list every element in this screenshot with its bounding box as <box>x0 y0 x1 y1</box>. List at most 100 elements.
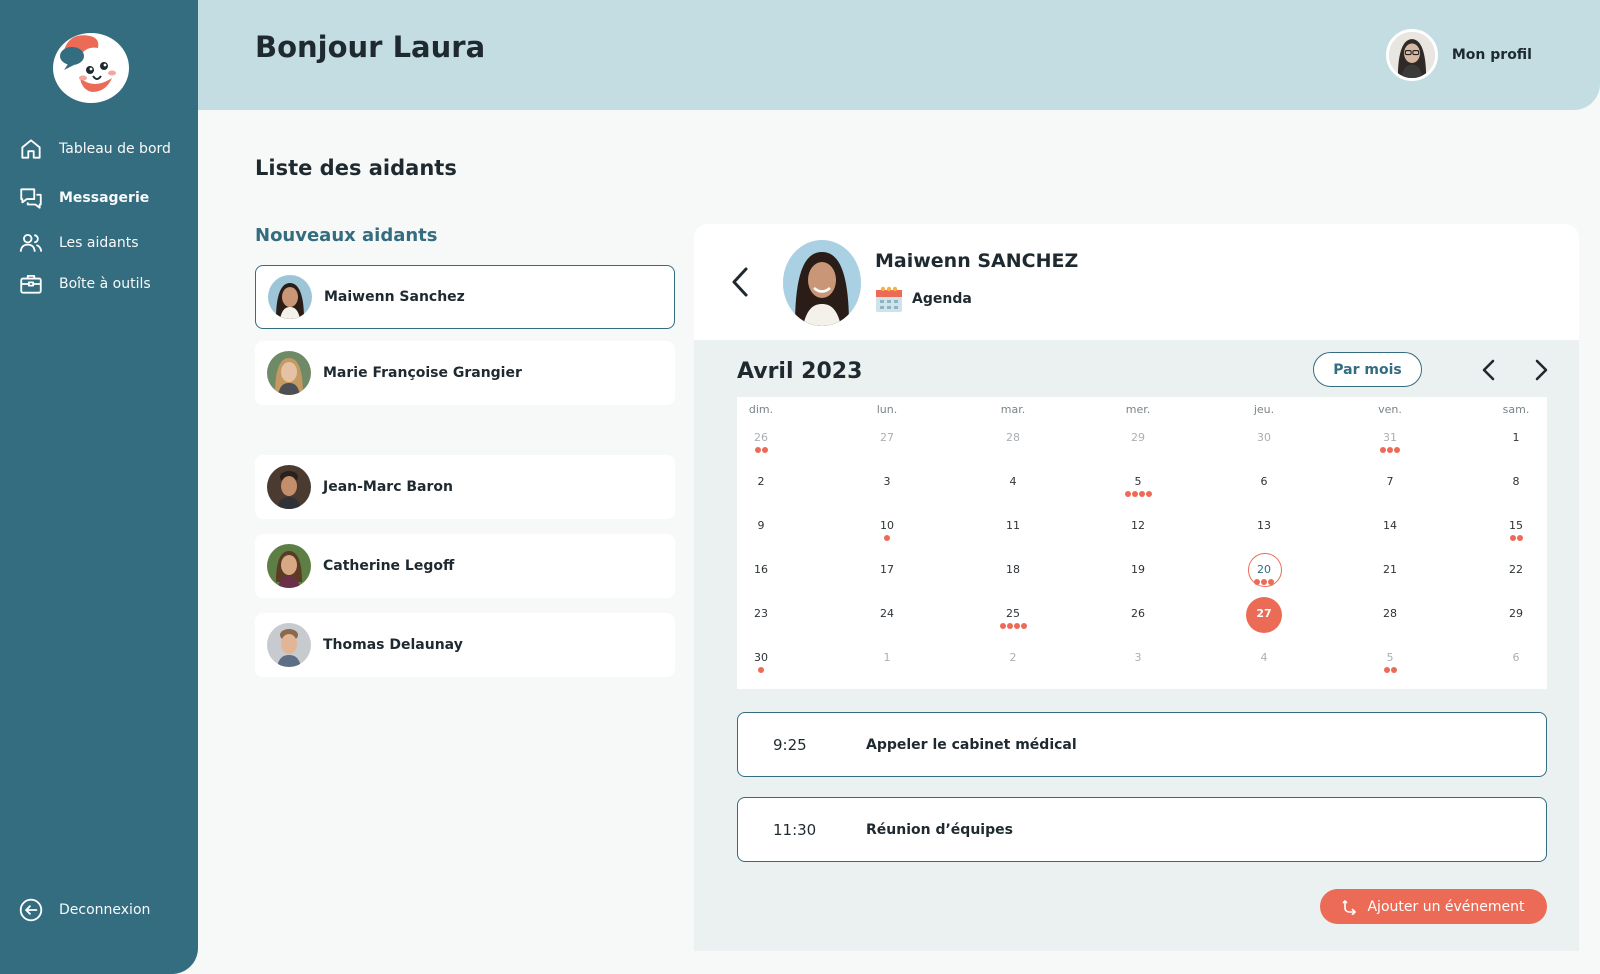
calendar-day[interactable]: 28 <box>1360 607 1420 631</box>
day-number: 10 <box>880 519 894 532</box>
chevron-left-icon <box>1482 359 1495 381</box>
add-event-button[interactable]: Ajouter un événement <box>1320 889 1547 924</box>
mascot-logo-icon[interactable] <box>50 26 132 104</box>
avatar <box>267 465 311 509</box>
calendar-day[interactable]: 14 <box>1360 519 1420 543</box>
sidebar-item-label: Tableau de bord <box>59 141 171 157</box>
event-dot <box>1509 535 1516 541</box>
calendar-day[interactable]: 30 <box>731 651 791 675</box>
calendar-day[interactable]: 23 <box>731 607 791 631</box>
day-number: 14 <box>1383 519 1397 532</box>
add-event-icon <box>1343 899 1357 915</box>
logout-label: Deconnexion <box>59 902 151 918</box>
view-mode-button[interactable]: Par mois <box>1313 352 1422 387</box>
calendar-day[interactable]: 7 <box>1360 475 1420 499</box>
calendar-day[interactable]: 20 <box>1234 563 1294 587</box>
event-dot <box>1261 579 1267 585</box>
event-dots <box>1234 535 1294 543</box>
calendar-day[interactable]: 19 <box>1108 563 1168 587</box>
calendar-day[interactable]: 28 <box>983 431 1043 455</box>
day-number: 1 <box>883 651 891 664</box>
day-number: 7 <box>1386 475 1394 488</box>
calendar-day[interactable]: 21 <box>1360 563 1420 587</box>
calendar-day[interactable]: 9 <box>731 519 791 543</box>
calendar-day[interactable]: 5 <box>1108 475 1168 499</box>
sidebar-item-les-aidants[interactable]: Les aidants <box>18 228 139 258</box>
aidant-item-jean-marc-baron[interactable]: Jean-Marc Baron <box>255 455 675 519</box>
calendar-day[interactable]: 4 <box>1234 651 1294 675</box>
calendar-day[interactable]: 8 <box>1486 475 1546 499</box>
day-number: 4 <box>1260 651 1268 664</box>
weekday-header: lun. <box>876 403 898 416</box>
back-button[interactable] <box>728 265 752 299</box>
event-dots <box>1360 491 1420 499</box>
calendar-day[interactable]: 16 <box>731 563 791 587</box>
users-icon <box>19 233 43 252</box>
calendar-day[interactable]: 1 <box>1486 431 1546 455</box>
calendar-day[interactable]: 11 <box>983 519 1043 543</box>
weekday-header: mar. <box>1000 403 1026 416</box>
aidant-item-maiwenn-sanchez[interactable]: Maiwenn Sanchez <box>255 265 675 329</box>
calendar-day[interactable]: 3 <box>1108 651 1168 675</box>
calendar-day[interactable]: 1 <box>857 651 917 675</box>
calendar-day[interactable]: 3 <box>857 475 917 499</box>
calendar-day[interactable]: 29 <box>1108 431 1168 455</box>
event-dots <box>857 667 917 675</box>
day-number: 27 <box>1256 607 1272 620</box>
aidant-item-catherine-legoff[interactable]: Catherine Legoff <box>255 534 675 598</box>
calendar-day[interactable]: 6 <box>1234 475 1294 499</box>
day-number: 6 <box>1512 651 1520 664</box>
agenda-label-row: Agenda <box>874 284 972 314</box>
calendar-day[interactable]: 5 <box>1360 651 1420 675</box>
event-item[interactable]: 9:25 Appeler le cabinet médical <box>737 712 1547 777</box>
logout-button[interactable]: Deconnexion <box>18 895 150 925</box>
event-dots <box>1486 579 1546 587</box>
calendar-day[interactable]: 25 <box>983 607 1043 631</box>
aidant-name: Catherine Legoff <box>323 558 455 574</box>
calendar-day[interactable]: 17 <box>857 563 917 587</box>
calendar-day[interactable]: 4 <box>983 475 1043 499</box>
sidebar-item-tableau-de-bord[interactable]: Tableau de bord <box>18 134 171 164</box>
event-dots <box>1486 447 1546 455</box>
event-dots <box>1360 535 1420 543</box>
avatar <box>267 351 311 395</box>
calendar-day[interactable]: 27 <box>1234 607 1294 631</box>
aidant-item-marie-francoise-grangier[interactable]: Marie Françoise Grangier <box>255 341 675 405</box>
event-title: Appeler le cabinet médical <box>866 736 1077 753</box>
weekday-header: mer. <box>1125 403 1151 416</box>
next-month-button[interactable] <box>1528 357 1554 383</box>
calendar-day[interactable]: 22 <box>1486 563 1546 587</box>
calendar-day[interactable]: 26 <box>731 431 791 455</box>
event-dot <box>1380 447 1386 453</box>
event-dots <box>731 491 791 499</box>
day-number: 29 <box>1131 431 1145 444</box>
event-dots <box>857 579 917 587</box>
aidant-item-thomas-delaunay[interactable]: Thomas Delaunay <box>255 613 675 677</box>
day-number: 9 <box>757 519 765 532</box>
calendar-day[interactable]: 12 <box>1108 519 1168 543</box>
calendar-day[interactable]: 2 <box>983 651 1043 675</box>
calendar-day[interactable]: 15 <box>1486 519 1546 543</box>
calendar-day[interactable]: 31 <box>1360 431 1420 455</box>
calendar-day[interactable]: 29 <box>1486 607 1546 631</box>
calendar-day[interactable]: 10 <box>857 519 917 543</box>
sidebar-item-messagerie[interactable]: Messagerie <box>18 183 149 213</box>
calendar-day[interactable]: 18 <box>983 563 1043 587</box>
event-dots <box>1234 623 1294 631</box>
calendar-day[interactable]: 2 <box>731 475 791 499</box>
sidebar-item-boite-a-outils[interactable]: Boîte à outils <box>18 269 151 299</box>
day-number: 21 <box>1383 563 1397 576</box>
calendar-day[interactable]: 27 <box>857 431 917 455</box>
day-number: 16 <box>754 563 768 576</box>
event-dots <box>983 447 1043 455</box>
profile-button[interactable]: Mon profil <box>1385 29 1532 81</box>
calendar-day[interactable]: 26 <box>1108 607 1168 631</box>
previous-month-button[interactable] <box>1476 357 1502 383</box>
event-dots <box>1360 623 1420 631</box>
day-number: 31 <box>1383 431 1397 444</box>
calendar-day[interactable]: 24 <box>857 607 917 631</box>
calendar-day[interactable]: 13 <box>1234 519 1294 543</box>
event-item[interactable]: 11:30 Réunion d’équipes <box>737 797 1547 862</box>
calendar-day[interactable]: 6 <box>1486 651 1546 675</box>
calendar-day[interactable]: 30 <box>1234 431 1294 455</box>
